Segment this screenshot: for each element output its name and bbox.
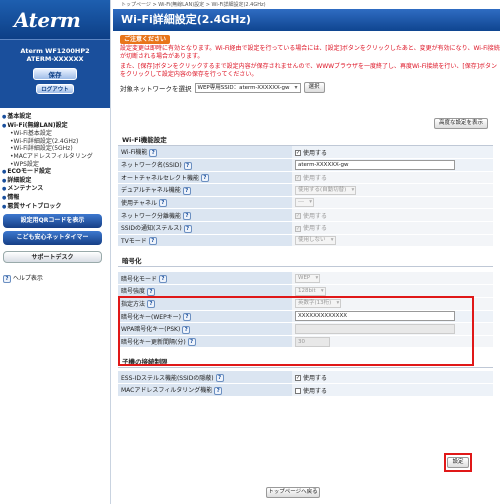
menu-advanced[interactable]: 詳細設定 <box>2 177 110 186</box>
menu-basic[interactable]: 基本設定 <box>2 113 110 122</box>
help-icon[interactable]: ? <box>146 287 155 296</box>
help-icon[interactable]: ? <box>182 212 191 221</box>
checkbox: ✓ <box>295 225 301 232</box>
help-icon[interactable]: ? <box>158 275 167 284</box>
checkbox-label: 使用する <box>303 212 328 220</box>
encryption-mode-select: WEP <box>295 273 321 283</box>
menu-maintenance[interactable]: メンテナンス <box>2 185 110 194</box>
menu-site-block[interactable]: 悪質サイトブロック <box>2 203 110 212</box>
row-label: 使用チャネル <box>121 199 157 207</box>
set-button[interactable]: 設定 <box>447 457 469 468</box>
row-label: ネットワーク分離機能 <box>121 212 182 220</box>
table-row: ネットワーク名(SSID) ? aterm-XXXXXX-gw <box>118 158 493 172</box>
checkbox[interactable] <box>295 388 301 395</box>
menu-wifi-basic[interactable]: •Wi-Fi基本設定 <box>2 130 110 138</box>
checkbox-label: 使用する <box>303 387 328 395</box>
row-label: ネットワーク名(SSID) <box>121 162 182 170</box>
notice-text-2: また、[保存]ボタンをクリックするまで設定内容が保存されませんので、WWWブラウ… <box>120 63 498 78</box>
channel-select: --- <box>295 198 314 208</box>
menu-eco[interactable]: ECOモード設定 <box>2 168 110 177</box>
main-content: トップページ > Wi-Fi(無線LAN)設定 > Wi-Fi詳細設定(2.4G… <box>113 0 500 93</box>
section-wifi: Wi-Fi機能設定 Wi-Fi機能 ? ✓ 使用する ネットワーク名(SSID) ?… <box>118 134 493 248</box>
child-table: ESS-IDステルス機能(SSIDの隠蔽) ? ✓ 使用する MACアドレスフィルタ… <box>118 371 493 397</box>
row-label: オートチャネルセレクト機能 <box>121 174 199 182</box>
timer-button[interactable]: こども安心ネットタイマー <box>3 231 102 246</box>
device-box: Aterm WF1200HP2 ATERM-XXXXXX 保存 ログアウト <box>0 39 110 108</box>
menu-mac-filter[interactable]: •MACアドレスフィルタリング <box>2 153 110 161</box>
help-icon[interactable]: ? <box>214 386 223 395</box>
help-icon: ? <box>3 274 11 283</box>
help-icon[interactable]: ? <box>215 374 224 383</box>
row-label: SSIDの通知(ステルス) <box>121 225 182 233</box>
qr-code-button[interactable]: 設定用QRコードを表示 <box>3 214 102 229</box>
help-label: ヘルプ表示 <box>12 275 43 283</box>
help-icon[interactable]: ? <box>200 174 209 183</box>
select-button[interactable]: 選択 <box>303 82 325 93</box>
table-row: デュアルチャネル機能 ? 使用する(自動切替) <box>118 183 493 197</box>
table-row: 暗号化モード ? WEP <box>118 272 493 286</box>
checkbox: ✓ <box>295 175 301 182</box>
strength-select: 128bit <box>295 286 326 296</box>
row-label: Wi-Fi機能 <box>121 149 148 157</box>
aterm-logo: Aterm <box>0 0 110 39</box>
show-advanced-button[interactable]: 高度な設定を表示 <box>433 118 488 129</box>
wifi-table: Wi-Fi機能 ? ✓ 使用する ネットワーク名(SSID) ? aterm-XXXX… <box>118 146 493 248</box>
row-label: TVモード <box>121 237 147 245</box>
row-label: MACアドレスフィルタリング機能 <box>121 387 213 395</box>
row-label: デュアルチャネル機能 <box>121 187 181 195</box>
network-selector: 対象ネットワークを選択 WEP専用SSID：aterm-XXXXXX-gw 選択 <box>120 82 500 93</box>
checkbox-label: 使用する <box>303 225 328 233</box>
device-id: ATERM-XXXXXX <box>26 55 84 63</box>
table-row: ネットワーク分離機能 ? ✓ 使用する <box>118 208 493 223</box>
help-icon[interactable]: ? <box>149 148 158 157</box>
checkbox: ✓ <box>295 213 301 220</box>
table-row: SSIDの通知(ステルス) ? ✓ 使用する <box>118 221 493 235</box>
menu-wifi[interactable]: Wi-Fi(無線LAN)設定 <box>2 122 110 131</box>
sidebar: Aterm Aterm WF1200HP2 ATERM-XXXXXX 保存 ログ… <box>0 0 111 504</box>
help-icon[interactable]: ? <box>183 224 192 233</box>
page-title: Wi-Fi詳細設定(2.4GHz) <box>113 9 500 31</box>
row-label: 暗号強度 <box>121 288 146 296</box>
section-encryption-title: 暗号化 <box>118 255 493 268</box>
section-wifi-title: Wi-Fi機能設定 <box>118 134 493 146</box>
table-row: ESS-IDステルス機能(SSIDの隠蔽) ? ✓ 使用する <box>118 371 493 385</box>
ssid-input[interactable]: aterm-XXXXXX-gw <box>295 159 455 170</box>
menu-info[interactable]: 情報 <box>2 194 110 203</box>
tv-mode-select: 使用しない <box>295 235 336 245</box>
highlight-box <box>118 296 474 366</box>
target-label: 対象ネットワークを選択 <box>120 84 192 93</box>
network-select[interactable]: WEP専用SSID：aterm-XXXXXX-gw <box>194 82 301 93</box>
table-row: 使用チャネル ? --- <box>118 196 493 210</box>
help-link[interactable]: ? ヘルプ表示 <box>3 273 110 283</box>
help-icon[interactable]: ? <box>182 186 191 195</box>
back-to-top-button[interactable]: トップページへ戻る <box>266 487 320 498</box>
save-button[interactable]: 保存 <box>33 68 77 80</box>
row-label: 暗号化モード <box>121 275 158 283</box>
help-icon[interactable]: ? <box>158 199 167 208</box>
model-name: Aterm WF1200HP2 <box>20 47 90 55</box>
notice: ご注意ください 設定変更は即時に有効となります。Wi-Fi経由で設定を行っている… <box>113 31 500 78</box>
help-icon[interactable]: ? <box>148 237 157 246</box>
dual-channel-select: 使用する(自動切替) <box>295 185 357 195</box>
help-icon[interactable]: ? <box>183 161 192 170</box>
checkbox-label: 使用する <box>303 149 328 157</box>
menu-wifi-detail-5[interactable]: •Wi-Fi詳細設定(5GHz) <box>2 145 110 153</box>
row-label: ESS-IDステルス機能(SSIDの隠蔽) <box>121 374 214 382</box>
logout-button[interactable]: ログアウト <box>36 84 74 94</box>
table-row: Wi-Fi機能 ? ✓ 使用する <box>118 146 493 160</box>
breadcrumb: トップページ > Wi-Fi(無線LAN)設定 > Wi-Fi詳細設定(2.4G… <box>121 2 266 8</box>
table-row: TVモード ? 使用しない <box>118 234 493 248</box>
checkbox-label: 使用する <box>303 174 328 182</box>
notice-heading: ご注意ください <box>120 35 171 44</box>
table-row: MACアドレスフィルタリング機能 ? 使用する <box>118 383 493 397</box>
support-button[interactable]: サポートデスク <box>3 251 102 264</box>
checkbox[interactable]: ✓ <box>295 375 301 382</box>
sidebar-menu: 基本設定 Wi-Fi(無線LAN)設定 •Wi-Fi基本設定 •Wi-Fi詳細設… <box>0 108 110 211</box>
checkbox[interactable]: ✓ <box>295 150 301 157</box>
table-row: オートチャネルセレクト機能 ? ✓ 使用する <box>118 171 493 185</box>
notice-text-1: 設定変更は即時に有効となります。Wi-Fi経由で設定を行っている場合には、[設定… <box>120 45 500 60</box>
checkbox-label: 使用する <box>303 374 328 382</box>
